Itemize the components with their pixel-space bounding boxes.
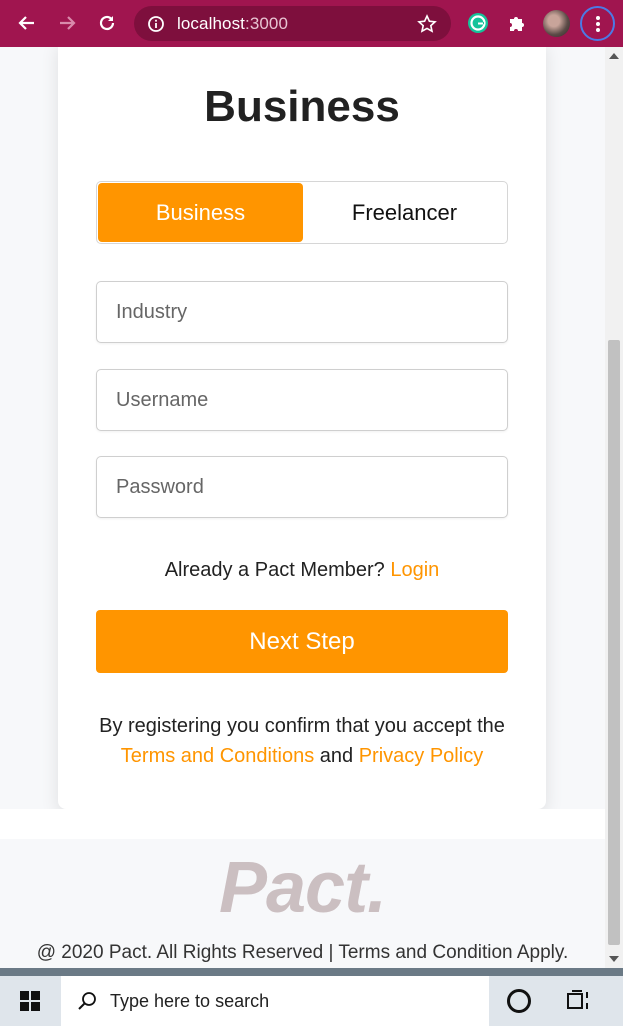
browser-toolbar: localhost:3000 [0, 0, 623, 47]
footer-copyright: @ 2020 Pact. All Rights Reserved | Terms… [36, 942, 569, 963]
toggle-business[interactable]: Business [98, 183, 303, 242]
already-member-line: Already a Pact Member? Login [58, 559, 546, 582]
kebab-menu-icon [595, 15, 600, 32]
terms-notice: By registering you confirm that you acce… [58, 711, 546, 771]
footer-divider [0, 809, 605, 839]
url-text: localhost:3000 [177, 14, 288, 34]
reload-button[interactable] [92, 8, 122, 38]
puzzle-piece-icon [510, 17, 524, 31]
terms-prefix: By registering you confirm that you acce… [99, 715, 505, 737]
login-link[interactable]: Login [390, 559, 439, 581]
scroll-up-arrow-icon[interactable] [609, 53, 619, 59]
url-host: localhost [177, 14, 245, 33]
scroll-down-arrow-icon[interactable] [609, 956, 619, 962]
info-icon [148, 16, 164, 32]
reload-icon [99, 15, 115, 31]
already-member-text: Already a Pact Member? [164, 559, 385, 581]
username-input[interactable] [96, 369, 508, 431]
footer-logo: Pact. [218, 848, 387, 928]
back-arrow-icon [18, 16, 34, 30]
extensions-button[interactable] [502, 8, 532, 38]
toggle-freelancer[interactable]: Freelancer [302, 183, 507, 242]
profile-avatar[interactable] [543, 10, 570, 37]
task-view-icon[interactable] [566, 988, 592, 1014]
industry-input[interactable] [96, 281, 508, 343]
start-button[interactable] [0, 976, 60, 1026]
next-step-button[interactable]: Next Step [96, 610, 508, 673]
forward-button[interactable] [52, 8, 82, 38]
terms-and: and [319, 745, 354, 767]
bookmark-star-icon[interactable] [417, 14, 437, 34]
back-button[interactable] [12, 8, 42, 38]
forward-arrow-icon [60, 16, 76, 30]
windows-taskbar: Type here to search [0, 968, 623, 1026]
signup-card: Business Business Freelancer Already a P… [58, 47, 546, 809]
scroll-thumb[interactable] [608, 340, 620, 945]
search-icon [78, 992, 96, 1010]
password-input[interactable] [96, 456, 508, 518]
url-port: :3000 [245, 14, 289, 33]
account-type-toggle: Business Freelancer [96, 181, 508, 244]
grammarly-extension-button[interactable] [463, 8, 493, 38]
page-scrollbar[interactable] [605, 47, 623, 968]
page-viewport: Business Business Freelancer Already a P… [0, 47, 605, 968]
privacy-link[interactable]: Privacy Policy [359, 745, 483, 767]
page-title: Business [204, 82, 400, 131]
address-bar[interactable]: localhost:3000 [134, 6, 451, 41]
browser-menu-button[interactable] [580, 6, 615, 41]
taskbar-search-box[interactable]: Type here to search [61, 976, 489, 1026]
grammarly-icon [468, 13, 488, 33]
terms-link[interactable]: Terms and Conditions [121, 745, 314, 767]
taskbar-search-placeholder: Type here to search [110, 991, 270, 1011]
cortana-circle-icon[interactable] [507, 989, 531, 1013]
windows-logo-icon [20, 991, 40, 1011]
